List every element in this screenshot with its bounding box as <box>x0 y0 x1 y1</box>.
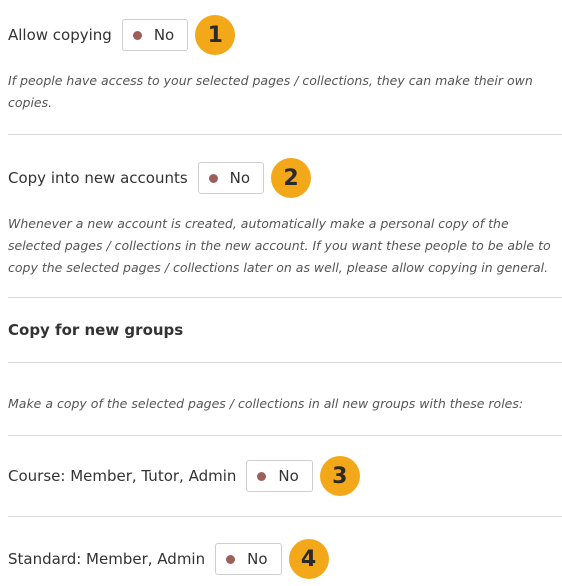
divider <box>8 297 562 298</box>
allow-copying-toggle[interactable]: No <box>121 19 189 51</box>
copy-new-groups-heading: Copy for new groups <box>8 321 184 339</box>
course-roles-row: Course: Member, Tutor, Admin No 3 <box>8 456 360 496</box>
callout-badge-4: 4 <box>288 539 329 579</box>
standard-roles-toggle[interactable]: No <box>215 543 282 575</box>
allow-copying-description: If people have access to your selected p… <box>8 73 533 110</box>
copy-new-accounts-row: Copy into new accounts No 2 <box>8 158 312 198</box>
callout-badge-2: 2 <box>271 158 312 198</box>
course-roles-label: Course: Member, Tutor, Admin <box>8 467 237 485</box>
divider <box>8 362 562 363</box>
standard-roles-toggle-text: No <box>247 550 268 568</box>
course-roles-toggle-text: No <box>278 467 299 485</box>
callout-badge-3: 3 <box>319 456 360 496</box>
standard-roles-label: Standard: Member, Admin <box>8 550 206 568</box>
allow-copying-label: Allow copying <box>8 26 112 44</box>
allow-copying-toggle-text: No <box>153 26 175 44</box>
toggle-off-dot-icon <box>226 554 236 564</box>
toggle-off-dot-icon <box>257 471 267 481</box>
copy-new-groups-description: Make a copy of the selected pages / coll… <box>8 396 524 411</box>
divider <box>8 516 562 517</box>
allow-copying-row: Allow copying No 1 <box>8 15 236 55</box>
copy-new-accounts-toggle[interactable]: No <box>197 162 265 194</box>
standard-roles-row: Standard: Member, Admin No 4 <box>8 539 329 579</box>
copy-new-accounts-label: Copy into new accounts <box>8 169 188 187</box>
toggle-off-dot-icon <box>132 30 142 40</box>
course-roles-toggle[interactable]: No <box>246 460 313 492</box>
copy-new-accounts-description: Whenever a new account is created, autom… <box>8 216 551 275</box>
callout-badge-1: 1 <box>195 15 236 55</box>
toggle-off-dot-icon <box>208 173 218 183</box>
divider <box>8 134 562 135</box>
copy-new-accounts-toggle-text: No <box>229 169 251 187</box>
divider <box>8 435 562 436</box>
